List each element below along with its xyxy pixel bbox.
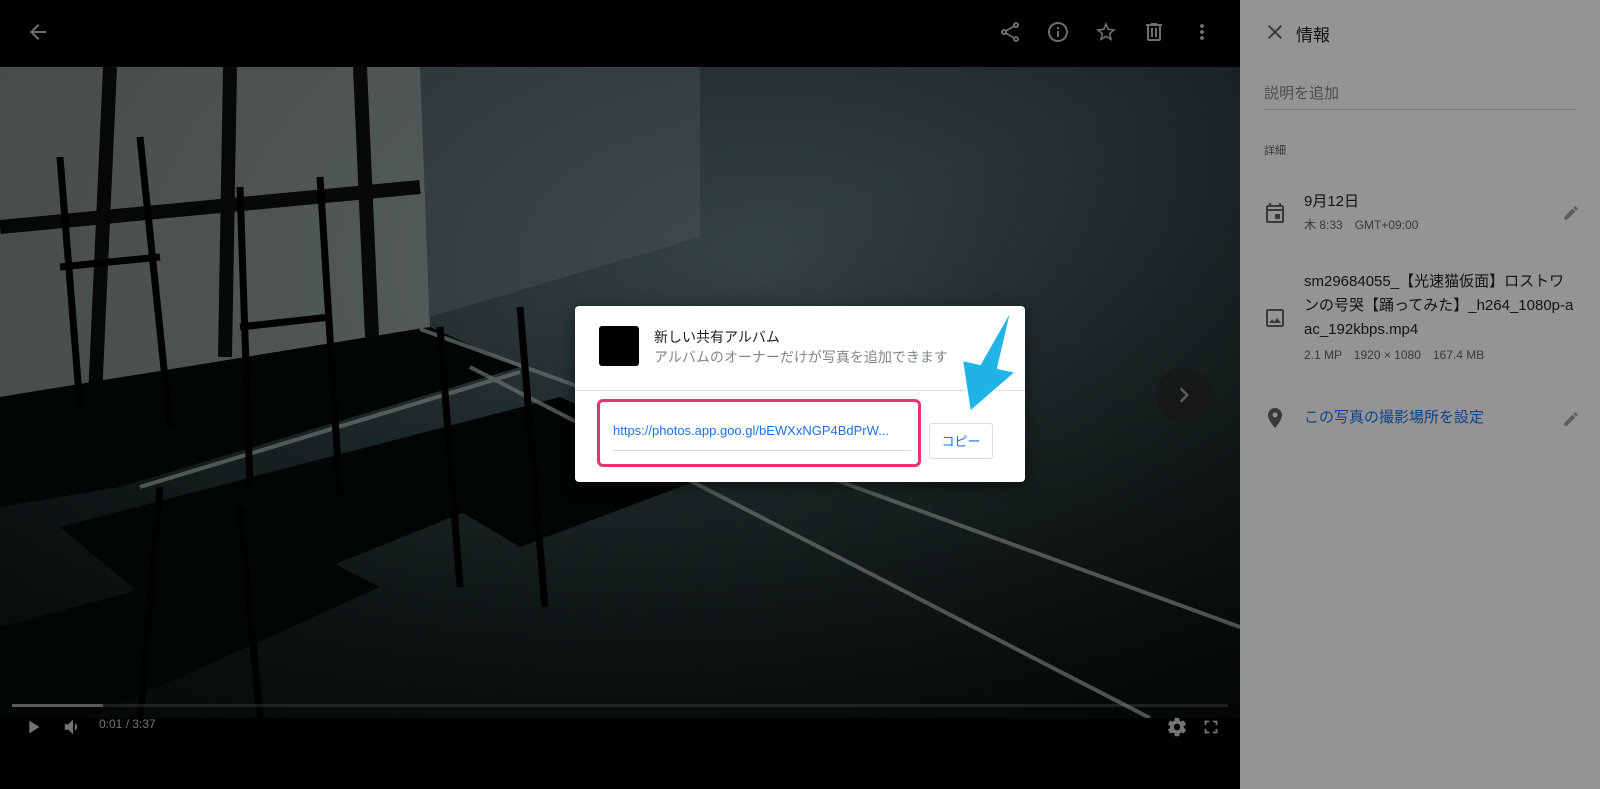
album-thumbnail bbox=[599, 326, 639, 366]
share-link[interactable]: https://photos.app.goo.gl/bEWXxNGP4BdPrW… bbox=[613, 423, 913, 438]
album-subtitle: アルバムのオーナーだけが写真を追加できます bbox=[654, 349, 948, 365]
share-link-underline bbox=[613, 450, 911, 451]
annotation-arrow bbox=[961, 307, 1017, 413]
album-title: 新しい共有アルバム bbox=[654, 329, 780, 345]
copy-link-button[interactable]: コピー bbox=[929, 423, 993, 459]
